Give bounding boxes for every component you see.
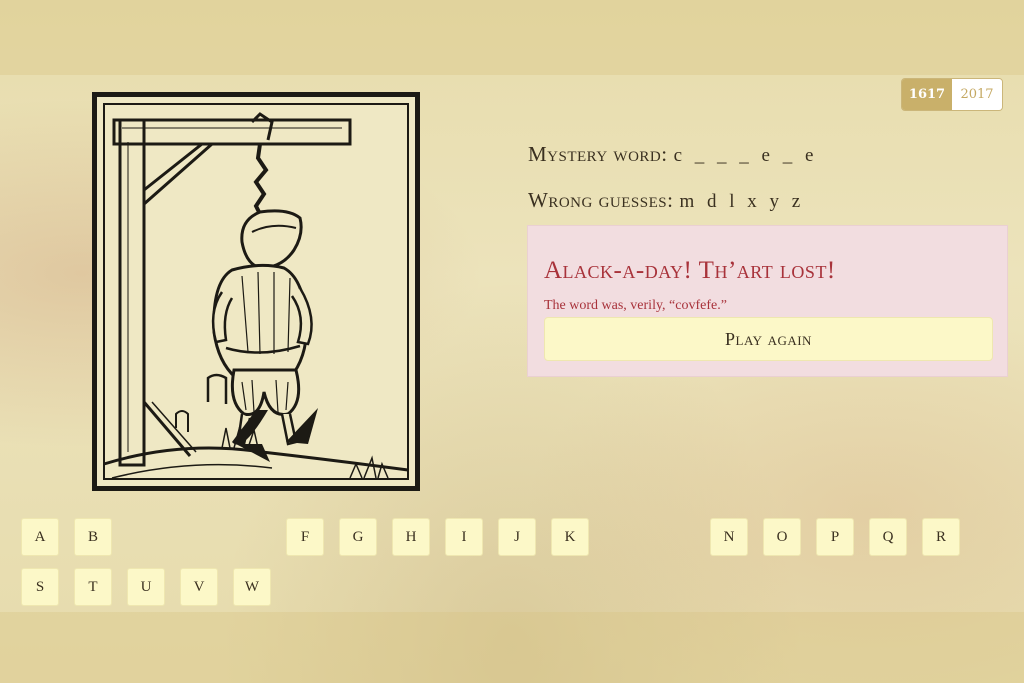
letter-key-j[interactable]: J xyxy=(498,518,536,556)
letter-key-v[interactable]: V xyxy=(180,568,218,606)
lose-alert: Alack-a-day! Th’art lost! The word was, … xyxy=(527,225,1008,377)
letter-key-k[interactable]: K xyxy=(551,518,589,556)
alert-title: Alack-a-day! Th’art lost! xyxy=(544,257,836,284)
letter-key-a[interactable]: A xyxy=(21,518,59,556)
mystery-word-label: Mystery word: xyxy=(528,142,668,166)
letter-key-f[interactable]: F xyxy=(286,518,324,556)
letter-key-w[interactable]: W xyxy=(233,568,271,606)
letter-key-b[interactable]: B xyxy=(74,518,112,556)
mystery-word-line: Mystery word: c _ _ _ e _ e xyxy=(528,142,817,167)
era-2017-button[interactable]: 2017 xyxy=(952,79,1002,110)
mystery-word-value: c _ _ _ e _ e xyxy=(673,145,818,166)
letter-key-h[interactable]: H xyxy=(392,518,430,556)
letter-key-g[interactable]: G xyxy=(339,518,377,556)
hanged-man-woodcut-icon xyxy=(92,92,420,491)
letter-key-o[interactable]: O xyxy=(763,518,801,556)
letter-key-r[interactable]: R xyxy=(922,518,960,556)
letter-key-i[interactable]: I xyxy=(445,518,483,556)
era-1617-button[interactable]: 1617 xyxy=(902,79,952,110)
top-band xyxy=(0,0,1024,75)
letter-key-t[interactable]: T xyxy=(74,568,112,606)
letter-key-u[interactable]: U xyxy=(127,568,165,606)
wrong-guesses-value: m d l x y z xyxy=(679,191,805,212)
wrong-guesses-line: Wrong guesses: m d l x y z xyxy=(528,188,804,213)
alert-message: The word was, verily, “covfefe.” xyxy=(544,298,727,313)
wrong-guesses-label: Wrong guesses: xyxy=(528,188,674,212)
era-toggle[interactable]: 1617 2017 xyxy=(901,78,1003,111)
letter-key-n[interactable]: N xyxy=(710,518,748,556)
letter-key-q[interactable]: Q xyxy=(869,518,907,556)
play-again-button[interactable]: Play again xyxy=(544,317,993,361)
letter-key-s[interactable]: S xyxy=(21,568,59,606)
bottom-band xyxy=(0,612,1024,683)
letter-key-p[interactable]: P xyxy=(816,518,854,556)
